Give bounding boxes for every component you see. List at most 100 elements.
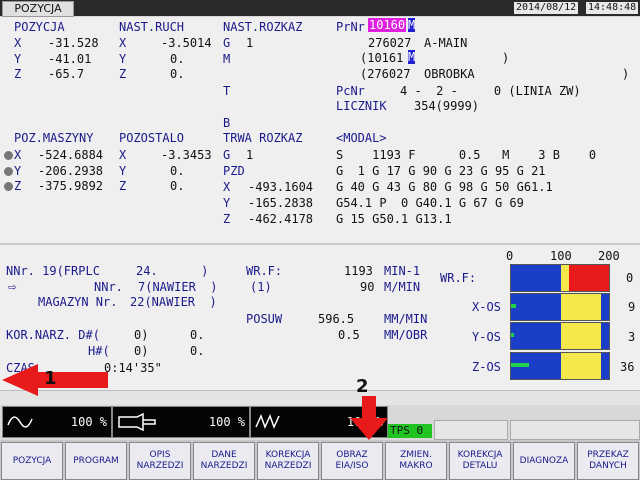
load-bar-spindle [510, 264, 610, 292]
prnr-cursor[interactable]: M [408, 18, 416, 32]
position-panel [0, 17, 640, 243]
spindle-wave-icon [7, 416, 33, 428]
annotation-arrow-down-icon [350, 396, 388, 440]
rem-x-value: -3.3453 [161, 148, 212, 162]
tool-correction-h-val: 0. [190, 344, 205, 358]
z-axis-indicator-icon [4, 182, 13, 191]
magazine-value: 22(NAWIER ) [130, 295, 217, 309]
pos-z-value: -65.7 [48, 67, 85, 81]
modal-row2: G 1 G 17 G 90 G 23 G 95 G 21 [336, 164, 546, 178]
load-value-spindle: 0 [626, 271, 634, 285]
softkey-pozycja[interactable]: POZYCJA [1, 442, 63, 480]
next-move-title: NAST.RUCH [119, 20, 185, 34]
mpos-z-value: -375.9892 [38, 179, 104, 193]
cur-z-value: -462.4178 [248, 212, 314, 226]
tool-holder-icon [118, 412, 156, 432]
next-z-value: 0. [170, 67, 185, 81]
load-label-x: X-OS [472, 300, 501, 314]
cur-z-label: Z [223, 212, 231, 226]
load-label-z: Z-OS [472, 360, 501, 374]
feed-rev-unit: MM/OBR [384, 328, 428, 342]
modal-row1: S 1193 F 0.5 M 3 B 0 [336, 148, 597, 162]
cur-y-label: Y [223, 196, 231, 210]
load-bar-z [510, 352, 610, 380]
screen-tab: POZYCJA [2, 1, 74, 17]
cur-x-value: -493.1604 [248, 180, 314, 194]
remaining-title: POZOSTALO [119, 131, 185, 145]
rem-x-label: X [119, 148, 127, 162]
next-cmd-g-label: G [223, 36, 231, 50]
current-cmd-title: TRWA ROZKAZ [223, 131, 303, 145]
position-title: POZYCJA [14, 20, 65, 34]
prnr-value: 10160 [368, 18, 407, 32]
pcnr-values: 4 - 2 - 0 (LINIA ZW) [400, 84, 581, 98]
pos-x-value: -31.528 [48, 36, 99, 50]
cur-x-label: X [223, 180, 231, 194]
counter-label: LICZNIK [336, 99, 387, 113]
load-scale-0: 0 [506, 249, 514, 263]
pos-z-label: Z [14, 67, 22, 81]
program-line2-cursor[interactable]: M [408, 50, 416, 64]
load-value-x: 9 [628, 300, 636, 314]
tps-indicator: TPS 0 [388, 424, 432, 438]
time-value: 0:14'35" [104, 361, 162, 375]
date-display: 2014/08/12 [514, 2, 579, 14]
feed-override-meter: 100 % [112, 406, 250, 438]
softkey-tool-description[interactable]: OPIS NARZEDZI [129, 442, 191, 480]
y-axis-indicator-icon [4, 167, 13, 176]
load-label-y: Y-OS [472, 330, 501, 344]
feed-label: POSUW [246, 312, 283, 326]
softkey-tool-data[interactable]: DANE NARZEDZI [193, 442, 255, 480]
mpos-x-value: -524.6884 [38, 148, 104, 162]
x-axis-indicator-icon [4, 151, 13, 160]
feed-rev-value: 0.5 [338, 328, 360, 342]
spindle-unit: MIN-1 [384, 264, 421, 278]
load-value-z: 36 [620, 360, 635, 374]
softkey-tool-correction[interactable]: KOREKCJA NARZEDZI [257, 442, 319, 480]
tool-nnr-line: NNr. 19(FRPLC 24. ) [6, 264, 209, 278]
rapid-zigzag-icon [255, 414, 280, 429]
prnr-label: PrNr [336, 20, 365, 34]
cur-g-value: 1 [246, 148, 254, 162]
program-line2-num: (10161 [360, 51, 404, 65]
load-scale-100: 100 [550, 249, 572, 263]
cur-pzd: PZD [223, 164, 245, 178]
tool-nnr2-value: 7(NAWIER ) [138, 280, 218, 294]
program-line3-name: OBROBKA [424, 67, 475, 81]
mpos-y-value: -206.2938 [38, 164, 104, 178]
next-cmd-title: NAST.ROZKAZ [223, 20, 303, 34]
cur-g-label: G [223, 148, 231, 162]
tool-change-arrow-icon: ⇨ [8, 279, 17, 295]
softkey-diagnostics[interactable]: DIAGNOZA [513, 442, 575, 480]
softkey-change-macro[interactable]: ZMIEN. MAKRO [385, 442, 447, 480]
load-value-y: 3 [628, 330, 636, 344]
tool-h-label: H#( [88, 344, 110, 358]
feed1-label: (1) [250, 280, 272, 294]
mpos-x-label: X [14, 148, 22, 162]
annotation-label-2: 2 [356, 376, 369, 397]
load-scale-200: 200 [598, 249, 620, 263]
tool-nnr2-label: NNr. [94, 280, 123, 294]
next-cmd-g-value: 1 [246, 36, 254, 50]
mpos-y-label: Y [14, 164, 22, 178]
softkey-workpiece-correction[interactable]: KOREKCJA DETALU [449, 442, 511, 480]
next-y-label: Y [119, 52, 127, 66]
program-line2-close: ) [502, 51, 510, 65]
next-y-value: 0. [170, 52, 185, 66]
modal-title: <MODAL> [336, 131, 387, 145]
modal-row3: G 40 G 43 G 80 G 98 G 50 G61.1 [336, 180, 553, 194]
softkey-eia-iso-view[interactable]: OBRAZ EIA/ISO [321, 442, 383, 480]
spindle-override-pct: 100 % [70, 415, 107, 429]
tool-correction-d-val: 0. [190, 328, 205, 342]
softkey-program[interactable]: PROGRAM [65, 442, 127, 480]
feed1-unit: M/MIN [384, 280, 421, 294]
softkey-data-transfer[interactable]: PRZEKAZ DANYCH [577, 442, 639, 480]
magazine-label: MAGAZYN Nr. [38, 295, 118, 309]
tool-correction-h: 0) [134, 344, 149, 358]
program-line1-num: 276027 [368, 36, 412, 50]
status-slot-1 [434, 420, 508, 440]
spindle-override-meter: 100 % [2, 406, 112, 438]
annotation-label-1: 1 [44, 368, 57, 389]
load-bar-y [510, 322, 610, 350]
pcnr-label: PcNr [336, 84, 365, 98]
